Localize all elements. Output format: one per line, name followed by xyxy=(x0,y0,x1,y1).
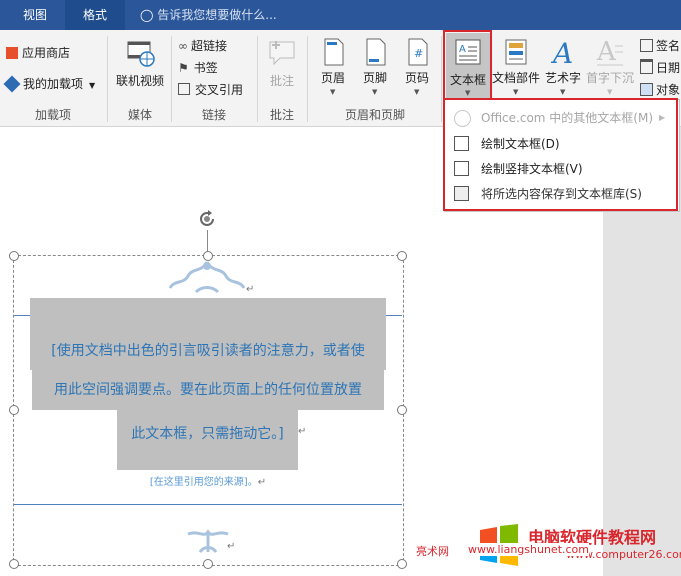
quote-line-1[interactable]: [使用文档中出色的引言吸引读者的注意力，或者使 xyxy=(30,298,386,370)
quote-line-3[interactable]: 此文本框，只需拖动它。] xyxy=(117,410,298,470)
cross-ref-button[interactable]: 交叉引用 xyxy=(178,81,243,99)
watermark-mid-text: www.liangshunet.com xyxy=(468,543,589,556)
rotate-handle-stem xyxy=(207,230,208,252)
link-icon: ∞ xyxy=(178,39,188,53)
online-video-button[interactable]: 联机视频 xyxy=(112,36,168,96)
bookmark-icon: ⚑ xyxy=(178,61,189,75)
group-label-header-footer: 页眉和页脚 xyxy=(344,108,405,122)
my-addins-button[interactable]: 我的加载项 ▼ xyxy=(3,75,96,93)
page-number-icon: # xyxy=(408,38,428,66)
paragraph-mark: ↵ xyxy=(257,477,267,488)
online-video-label: 联机视频 xyxy=(115,74,164,88)
quote-line-2[interactable]: 用此空间强调要点。要在此页面上的任何位置放置 xyxy=(32,370,384,410)
textbox-bottom-rule xyxy=(14,504,402,505)
group-label-links: 链接 xyxy=(201,108,226,122)
paragraph-mark: ↵ xyxy=(246,284,255,295)
wordart-icon: A xyxy=(550,37,573,68)
quote-source[interactable]: [在这里引用您的来源]。↵ xyxy=(0,473,416,488)
datetime-label: 日期 xyxy=(656,61,681,75)
chevron-down-icon: ▼ xyxy=(607,88,613,96)
group-label-addins: 加载项 xyxy=(34,108,71,122)
comment-label: 批注 xyxy=(269,74,294,88)
cross-ref-label: 交叉引用 xyxy=(195,83,244,97)
resize-handle[interactable] xyxy=(9,251,19,261)
signature-label: 签名 xyxy=(656,39,681,53)
dropcap-label: 首字下沉 xyxy=(585,71,634,85)
calendar-icon xyxy=(640,59,653,74)
resize-handle[interactable] xyxy=(397,251,407,261)
quick-parts-label: 文档部件 xyxy=(492,71,541,85)
chevron-down-icon: ▼ xyxy=(372,88,378,96)
tab-format[interactable]: 格式 xyxy=(65,0,125,30)
hyperlink-label: 超链接 xyxy=(191,39,228,53)
lightbulb-icon: ◯ xyxy=(140,8,154,22)
resize-handle[interactable] xyxy=(9,405,19,415)
dropcap-button[interactable]: A 首字下沉 ▼ xyxy=(585,36,635,98)
bookmark-button[interactable]: ⚑ 书签 xyxy=(178,59,218,77)
signature-icon xyxy=(640,39,653,52)
group-label-media: 媒体 xyxy=(127,108,152,122)
svg-text:A: A xyxy=(596,37,617,67)
chevron-down-icon: ▼ xyxy=(513,88,519,96)
quote-source-text: [在这里引用您的来源]。 xyxy=(149,477,258,488)
group-divider xyxy=(441,36,442,122)
object-label: 对象 xyxy=(656,83,681,97)
footer-label: 页脚 xyxy=(362,71,387,85)
comment-button[interactable]: 批注 xyxy=(262,36,302,96)
footer-button[interactable]: 页脚 ▼ xyxy=(355,36,395,98)
chevron-down-icon: ▼ xyxy=(330,88,336,96)
page-number-label: 页码 xyxy=(404,71,429,85)
tell-me-text: 告诉我您想要做什么... xyxy=(157,8,277,22)
tab-view[interactable]: 视图 xyxy=(10,0,60,30)
rotate-handle-icon[interactable] xyxy=(196,208,218,230)
quick-parts-button[interactable]: 文档部件 ▼ xyxy=(492,36,540,98)
page-number-button[interactable]: # 页码 ▼ xyxy=(397,36,437,98)
resize-handle[interactable] xyxy=(9,559,19,569)
cross-ref-icon xyxy=(178,83,190,95)
hyperlink-button[interactable]: ∞ 超链接 xyxy=(178,37,227,55)
paragraph-mark: ↵ xyxy=(298,426,307,437)
store-button[interactable]: 应用商店 xyxy=(6,44,70,62)
bookmark-label: 书签 xyxy=(193,61,218,75)
group-divider xyxy=(307,36,308,122)
textbox-highlight-box xyxy=(443,30,492,101)
object-icon xyxy=(640,83,653,96)
object-button[interactable]: 对象 xyxy=(640,81,680,99)
header-label: 页眉 xyxy=(320,71,345,85)
svg-text:#: # xyxy=(414,47,423,60)
group-divider xyxy=(257,36,258,122)
dropdown-highlight-box xyxy=(443,98,678,211)
group-divider xyxy=(171,36,172,122)
tell-me-box[interactable]: ◯ 告诉我您想要做什么... xyxy=(140,0,277,30)
footer-icon xyxy=(366,38,386,66)
resize-handle[interactable] xyxy=(397,405,407,415)
chevron-down-icon: ▼ xyxy=(414,88,420,96)
header-button[interactable]: 页眉 ▼ xyxy=(313,36,353,98)
wordart-label: 艺术字 xyxy=(544,71,581,85)
comment-icon xyxy=(269,41,295,66)
paragraph-mark: ↵ xyxy=(227,541,236,552)
quick-parts-icon xyxy=(505,39,527,65)
wordart-button[interactable]: A 艺术字 ▼ xyxy=(542,36,584,98)
chevron-down-icon: ▼ xyxy=(560,88,566,96)
ornament-bottom-icon xyxy=(187,529,229,553)
my-addins-label: 我的加载项 xyxy=(23,77,84,91)
watermark-left-text: 亮术网 xyxy=(416,545,449,558)
signature-button[interactable]: 签名 xyxy=(640,37,680,55)
header-icon xyxy=(324,38,344,66)
datetime-button[interactable]: 日期 xyxy=(640,59,680,77)
resize-handle[interactable] xyxy=(203,559,213,569)
group-divider xyxy=(107,36,108,122)
addins-icon xyxy=(3,75,21,93)
group-label-comments: 批注 xyxy=(269,108,294,122)
resize-handle[interactable] xyxy=(397,559,407,569)
dropcap-icon: A xyxy=(596,37,623,67)
svg-text:A: A xyxy=(550,37,573,68)
ornament-top-icon xyxy=(168,261,246,294)
online-video-icon xyxy=(127,41,155,67)
store-label: 应用商店 xyxy=(22,46,71,60)
chevron-down-icon: ▼ xyxy=(89,81,96,90)
store-icon xyxy=(6,47,18,59)
